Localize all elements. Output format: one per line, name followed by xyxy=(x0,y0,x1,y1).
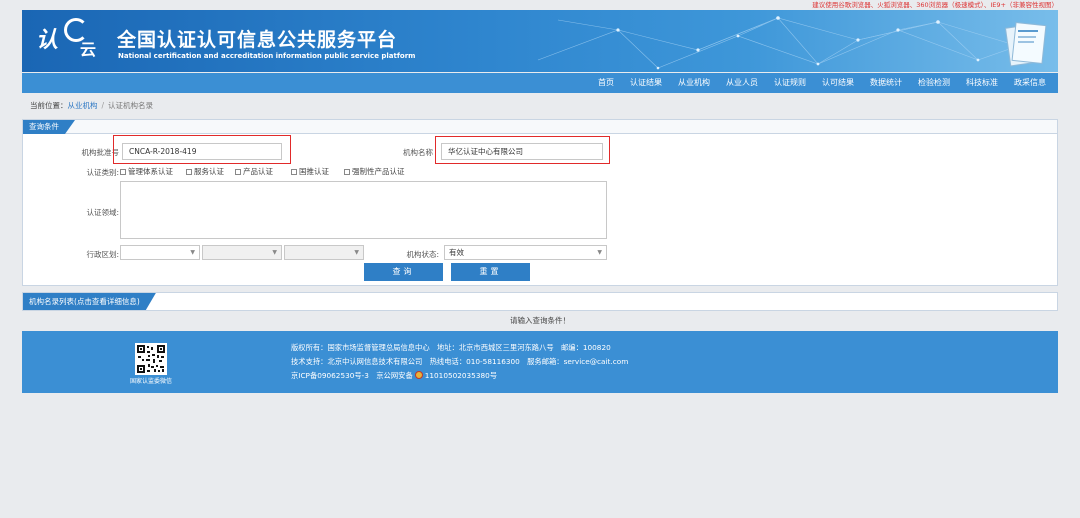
checkbox-icon[interactable] xyxy=(344,168,350,175)
nav-item-9[interactable]: 政采信息 xyxy=(1006,73,1054,93)
checkbox-icon[interactable] xyxy=(120,168,126,175)
qr-caption: 国家认监委微信 xyxy=(129,378,172,385)
nav-item-8[interactable]: 科技标准 xyxy=(958,73,1006,93)
site-title: 全国认证认可信息公共服务平台 xyxy=(117,29,398,51)
breadcrumb-current: 认证机构名录 xyxy=(108,101,154,110)
region-province-select[interactable]: ▼ xyxy=(120,245,200,260)
approval-no-label: 机构批准号 xyxy=(81,148,120,157)
cert-field-label: 认证领域: xyxy=(86,208,119,217)
cert-type-product[interactable]: 产品认证 xyxy=(235,166,273,177)
cert-type-product-label: 产品认证 xyxy=(243,167,273,176)
empty-result-hint: 请输入查询条件！ xyxy=(510,316,570,325)
checkbox-icon[interactable] xyxy=(186,168,192,175)
footer-icp-line: 京ICP备09062530号-3 京公网安备 11010502035380号 xyxy=(291,371,497,381)
footer-icp[interactable]: 京ICP备09062530号-3 xyxy=(291,371,369,380)
region-city-select[interactable]: ▼ xyxy=(202,245,282,260)
footer-police-no[interactable]: 11010502035380号 xyxy=(425,371,497,380)
police-badge-icon xyxy=(414,371,423,379)
site-banner: 认 云 全国认证认可信息公共服务平台 National certificatio… xyxy=(22,10,1058,72)
site-footer: 国家认监委微信 版权所有：国家市场监督管理总局信息中心 地址：北京市西城区三里河… xyxy=(22,331,1058,393)
main-nav: 首页 认证结果 从业机构 从业人员 认证规则 认可结果 数据统计 检验检测 科技标准 政采信息 xyxy=(22,73,1058,93)
logo-sub-char: 云 xyxy=(80,40,97,59)
cert-type-management[interactable]: 管理体系认证 xyxy=(120,166,173,177)
network-decoration xyxy=(537,16,1020,70)
checkbox-icon[interactable] xyxy=(291,168,297,175)
nav-item-5[interactable]: 认可结果 xyxy=(814,73,862,93)
region-district-select[interactable]: ▼ xyxy=(284,245,364,260)
footer-support: 技术支持：北京中认网信息技术有限公司 热线电话：010-58116300 服务邮… xyxy=(291,357,629,366)
cert-type-ccc-label: 强制性产品认证 xyxy=(352,167,405,176)
status-label: 机构状态: xyxy=(406,250,439,259)
wechat-qr-code xyxy=(135,343,167,375)
checkbox-icon[interactable] xyxy=(235,168,241,175)
result-panel-header: 机构名录列表(点击查看详细信息) xyxy=(23,293,1057,310)
breadcrumb-separator: / xyxy=(101,101,105,110)
site-subtitle: National certification and accreditation… xyxy=(118,52,416,60)
nav-item-1[interactable]: 认证结果 xyxy=(622,73,670,93)
status-select-value: 有效 xyxy=(449,248,464,257)
breadcrumb: 当前位置：从业机构 / 认证机构名录 xyxy=(30,100,153,111)
footer-police-prefix: 京公网安备 xyxy=(376,371,413,380)
region-label: 行政区划: xyxy=(86,250,119,259)
cert-field-textarea[interactable] xyxy=(120,181,607,239)
logo-char: 认 xyxy=(36,27,59,53)
reset-button[interactable]: 重置 xyxy=(451,263,530,281)
cert-type-label: 认证类别: xyxy=(86,168,119,177)
chevron-down-icon: ▼ xyxy=(190,249,195,256)
cert-type-service[interactable]: 服务认证 xyxy=(186,166,224,177)
nav-item-3[interactable]: 从业人员 xyxy=(718,73,766,93)
nav-item-7[interactable]: 检验检测 xyxy=(910,73,958,93)
chevron-down-icon: ▼ xyxy=(272,249,277,256)
query-panel: 查询条件 机构批准号 CNCA-R-2018-419 机构名称 华亿认证中心有限… xyxy=(22,119,1058,286)
org-name-label: 机构名称 xyxy=(403,148,433,157)
cert-type-service-label: 服务认证 xyxy=(194,167,224,176)
search-button[interactable]: 查询 xyxy=(364,263,443,281)
chevron-down-icon: ▼ xyxy=(597,249,602,256)
status-select[interactable]: 有效 ▼ xyxy=(444,245,607,260)
query-panel-title: 查询条件 xyxy=(23,120,75,134)
breadcrumb-link-orgs[interactable]: 从业机构 xyxy=(68,101,98,110)
certificate-stack-icon xyxy=(1004,21,1047,67)
approval-no-highlight xyxy=(113,135,291,164)
org-name-highlight xyxy=(435,136,610,164)
result-panel-title: 机构名录列表(点击查看详细信息) xyxy=(23,293,156,310)
cert-type-national[interactable]: 国推认证 xyxy=(291,166,329,177)
breadcrumb-prefix: 当前位置： xyxy=(30,101,68,110)
footer-copyright: 版权所有：国家市场监督管理总局信息中心 地址：北京市西城区三里河东路八号 邮编：… xyxy=(291,343,611,352)
nav-item-0[interactable]: 首页 xyxy=(590,73,622,93)
nav-item-4[interactable]: 认证规则 xyxy=(766,73,814,93)
nav-item-6[interactable]: 数据统计 xyxy=(862,73,910,93)
browser-notice: 建议使用谷歌浏览器、火狐浏览器、360浏览器（极速模式）、IE9+（非兼容性视图… xyxy=(812,1,1058,9)
platform-logo: 认 云 xyxy=(36,18,100,62)
query-panel-header: 查询条件 xyxy=(23,120,1057,134)
result-panel: 机构名录列表(点击查看详细信息) xyxy=(22,292,1058,311)
cert-type-national-label: 国推认证 xyxy=(299,167,329,176)
cert-type-management-label: 管理体系认证 xyxy=(128,167,173,176)
cert-type-ccc[interactable]: 强制性产品认证 xyxy=(344,166,405,177)
nav-item-2[interactable]: 从业机构 xyxy=(670,73,718,93)
chevron-down-icon: ▼ xyxy=(354,249,359,256)
